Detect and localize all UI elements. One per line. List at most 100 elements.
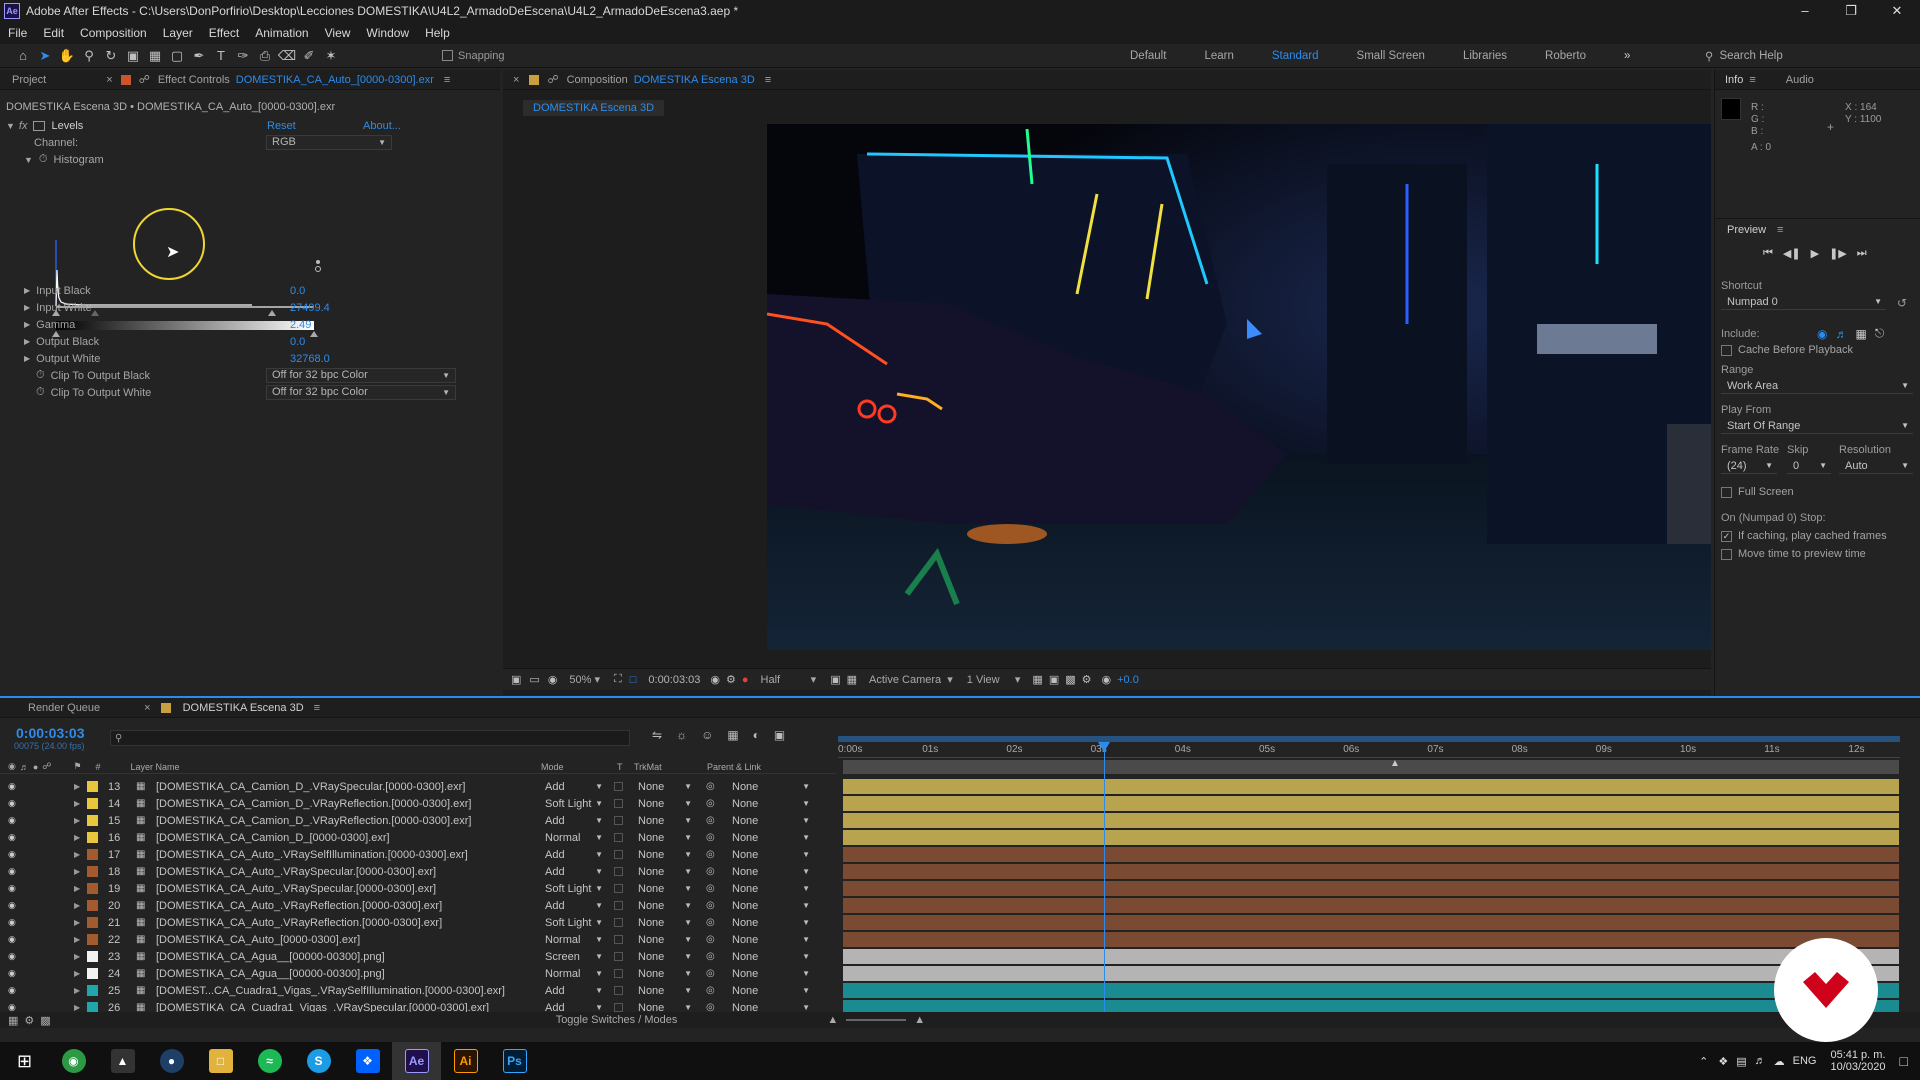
layer-name[interactable]: [DOMESTIKA_CA_Agua__[00000-00300].png]	[156, 951, 385, 963]
layer-trkmat-dropdown[interactable]: None ▼	[638, 848, 694, 862]
param-output-white[interactable]: ▶ Output White 32768.0	[24, 350, 330, 367]
eye-icon[interactable]: ◉	[8, 917, 16, 928]
chevron-right-icon[interactable]: ▶	[74, 901, 80, 910]
exposure-value[interactable]: +0.0	[1117, 674, 1139, 686]
lock-icon[interactable]: ☍	[547, 73, 558, 86]
layer-duration-bar[interactable]	[843, 847, 1899, 862]
effect-controls-file[interactable]: DOMESTIKA_CA_Auto_[0000-0300].exr	[236, 74, 434, 86]
eye-icon[interactable]: ◉	[8, 985, 16, 996]
region-of-interest-icon[interactable]: ▣	[830, 673, 840, 686]
frame-rate-dropdown[interactable]: (24) ▼	[1721, 458, 1777, 474]
layer-duration-bar[interactable]	[843, 966, 1899, 981]
workspace-default[interactable]: Default	[1130, 50, 1166, 62]
tab-project[interactable]: Project	[12, 74, 46, 86]
lock-icon[interactable]: ☍	[42, 761, 51, 772]
layer-trkmat-dropdown[interactable]: None ▼	[638, 933, 694, 947]
tab-composition[interactable]: Composition	[567, 74, 628, 86]
selection-tool-icon[interactable]: ➤	[34, 46, 56, 66]
chevron-right-icon[interactable]: ▶	[74, 782, 80, 791]
layer-trkmat-dropdown[interactable]: None ▼	[638, 950, 694, 964]
graph-editor-icon[interactable]: ▣	[774, 728, 785, 742]
last-frame-icon[interactable]: ⏭	[1857, 247, 1867, 260]
zoom-tool-icon[interactable]: ⚲	[78, 46, 100, 66]
layer-parent-dropdown[interactable]: None ▼	[732, 984, 812, 998]
comp-flowchart-icon[interactable]: ▦	[8, 1014, 18, 1027]
photos-icon[interactable]: ▲	[98, 1042, 147, 1080]
pick-whip-icon[interactable]: ◎	[706, 815, 715, 826]
layer-parent-dropdown[interactable]: None ▼	[732, 780, 812, 794]
shy-icon[interactable]: ☺	[701, 728, 713, 742]
close-icon[interactable]: ✕	[1874, 0, 1920, 22]
preserve-transparency-box[interactable]	[614, 952, 623, 961]
layer-trkmat-dropdown[interactable]: None ▼	[638, 814, 694, 828]
layer-mode-dropdown[interactable]: Add ▼	[545, 848, 605, 862]
range-dropdown[interactable]: Work Area ▼	[1721, 378, 1913, 394]
composition-subtab[interactable]: DOMESTIKA Escena 3D	[523, 100, 665, 116]
layer-label-color[interactable]	[87, 781, 98, 792]
layer-label-color[interactable]	[87, 900, 98, 911]
layer-parent-dropdown[interactable]: None ▼	[732, 899, 812, 913]
layer-mode-dropdown[interactable]: Add ▼	[545, 814, 605, 828]
onedrive-icon[interactable]: ☁	[1774, 1055, 1785, 1068]
language-indicator[interactable]: ENG	[1793, 1055, 1817, 1067]
playhead-icon[interactable]	[1098, 742, 1110, 752]
eye-icon[interactable]: ◉	[8, 815, 16, 826]
eye-icon[interactable]: ◉	[8, 900, 16, 911]
workspace-small-screen[interactable]: Small Screen	[1357, 50, 1425, 62]
export-icon[interactable]: ⎋	[1875, 326, 1885, 341]
first-frame-icon[interactable]: ⏮	[1763, 247, 1773, 260]
layer-duration-bar[interactable]	[843, 949, 1899, 964]
color-management-icon[interactable]: ●	[742, 674, 749, 686]
layer-parent-dropdown[interactable]: None ▼	[732, 865, 812, 879]
eye-icon[interactable]: ◉	[8, 951, 16, 962]
snapshot-icon[interactable]: ◉	[710, 673, 720, 686]
eye-icon[interactable]: ◉	[8, 849, 16, 860]
layer-label-color[interactable]	[87, 815, 98, 826]
param-output-black[interactable]: ▶ Output Black 0.0	[24, 333, 324, 350]
param-value[interactable]: 27499.4	[290, 302, 330, 314]
layer-label-color[interactable]	[87, 883, 98, 894]
preserve-transparency-box[interactable]	[614, 986, 623, 995]
tab-render-queue[interactable]: Render Queue	[28, 702, 100, 714]
param-value[interactable]: 0.0	[290, 336, 305, 348]
close-icon[interactable]: ×	[144, 702, 150, 714]
brush-tool-icon[interactable]: ✑	[232, 46, 254, 66]
layer-trkmat-dropdown[interactable]: None ▼	[638, 984, 694, 998]
type-tool-icon[interactable]: T	[210, 46, 232, 66]
layer-duration-bar[interactable]	[843, 864, 1899, 879]
pick-whip-icon[interactable]: ◎	[706, 849, 715, 860]
panel-menu-icon[interactable]: ≡	[444, 74, 450, 86]
workspace-roberto[interactable]: Roberto	[1545, 50, 1586, 62]
layer-trkmat-dropdown[interactable]: None ▼	[638, 916, 694, 930]
pick-whip-icon[interactable]: ◎	[706, 917, 715, 928]
play-icon[interactable]: ▶	[1811, 247, 1819, 260]
layer-mode-dropdown[interactable]: Add ▼	[545, 865, 605, 879]
layer-parent-dropdown[interactable]: None ▼	[732, 950, 812, 964]
snapping-toggle[interactable]: Snapping	[442, 50, 505, 62]
layer-name[interactable]: [DOMESTIKA_CA_Auto_.VRaySpecular.[0000-0…	[156, 883, 436, 895]
pick-whip-icon[interactable]: ◎	[706, 985, 715, 996]
layer-mode-dropdown[interactable]: Add ▼	[545, 899, 605, 913]
clone-stamp-tool-icon[interactable]: ⎙	[254, 46, 276, 66]
toggle-switches-modes[interactable]: Toggle Switches / Modes	[556, 1014, 678, 1026]
checkbox[interactable]	[1721, 344, 1732, 356]
menu-file[interactable]: File	[8, 26, 27, 40]
menu-effect[interactable]: Effect	[209, 26, 239, 40]
menu-layer[interactable]: Layer	[163, 26, 193, 40]
chevron-right-icon[interactable]: ▶	[74, 986, 80, 995]
param-value[interactable]: 32768.0	[290, 353, 330, 365]
eye-icon[interactable]: ◉	[8, 866, 16, 877]
zoom-dropdown[interactable]: 50% ▾	[569, 673, 600, 686]
workspace-standard[interactable]: Standard	[1272, 50, 1319, 62]
col-trkmat[interactable]: TrkMat	[634, 762, 662, 772]
layer-name[interactable]: [DOMESTIKA_CA_Auto_.VRaySelfIllumination…	[156, 849, 468, 861]
pen-tool-icon[interactable]: ✒	[188, 46, 210, 66]
chevron-right-icon[interactable]: ▶	[74, 952, 80, 961]
network-icon[interactable]: ▤	[1736, 1055, 1746, 1068]
views-dropdown[interactable]: 1 View ▾	[967, 673, 1021, 686]
layer-duration-bar[interactable]	[843, 796, 1899, 811]
show-channel-icon[interactable]: ⚙	[726, 673, 736, 686]
table-row[interactable]: ◉ ▶ 15 ▦ [DOMESTIKA_CA_Camion_D_.VRayReflect…	[0, 812, 836, 829]
menu-window[interactable]: Window	[366, 26, 409, 40]
layer-label-color[interactable]	[87, 798, 98, 809]
